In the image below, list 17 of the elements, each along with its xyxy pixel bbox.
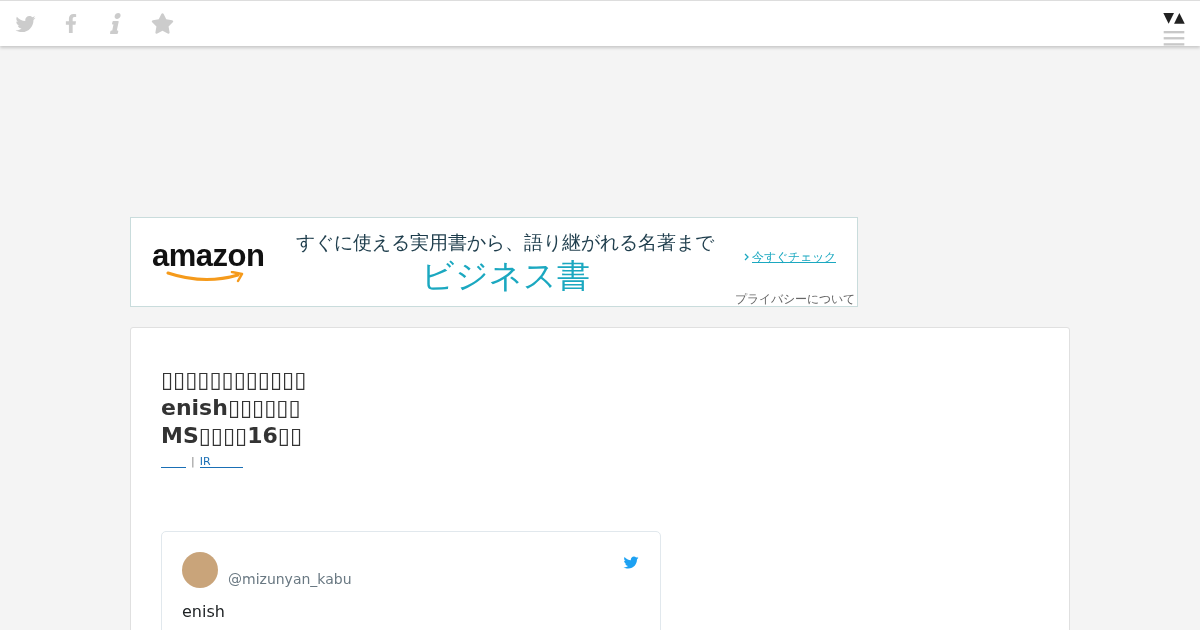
ad-headline: ビジネス書 xyxy=(420,255,590,297)
ad-tagline: すぐに使える実用書から、語り継がれる名著まで xyxy=(296,230,714,255)
privacy-link[interactable]: プライバシーについて xyxy=(735,292,855,306)
article-title: ▯▯▯▯▯▯▯▯▯▯▯▯ enish▯▯▯▯▯▯ MS▯▯▯▯16▯▯ xyxy=(161,366,307,450)
category-link[interactable]: IR xyxy=(199,455,243,468)
star-icon[interactable] xyxy=(151,13,174,34)
tweet-handle[interactable]: @mizunyan_kabu xyxy=(228,571,352,588)
logo-wordmark: amazon xyxy=(152,241,265,271)
chevron-icon xyxy=(744,253,749,261)
menu-icon[interactable] xyxy=(1163,31,1185,46)
letter-f-icon[interactable] xyxy=(65,13,77,34)
bird-icon[interactable] xyxy=(622,555,640,570)
link-separator: | xyxy=(191,455,195,468)
tweet-text: enish xyxy=(182,602,225,622)
sort-toggle[interactable]: ▼▲ xyxy=(1163,9,1185,25)
bird-icon[interactable] xyxy=(14,13,37,34)
smile-arrow-icon xyxy=(166,271,246,283)
